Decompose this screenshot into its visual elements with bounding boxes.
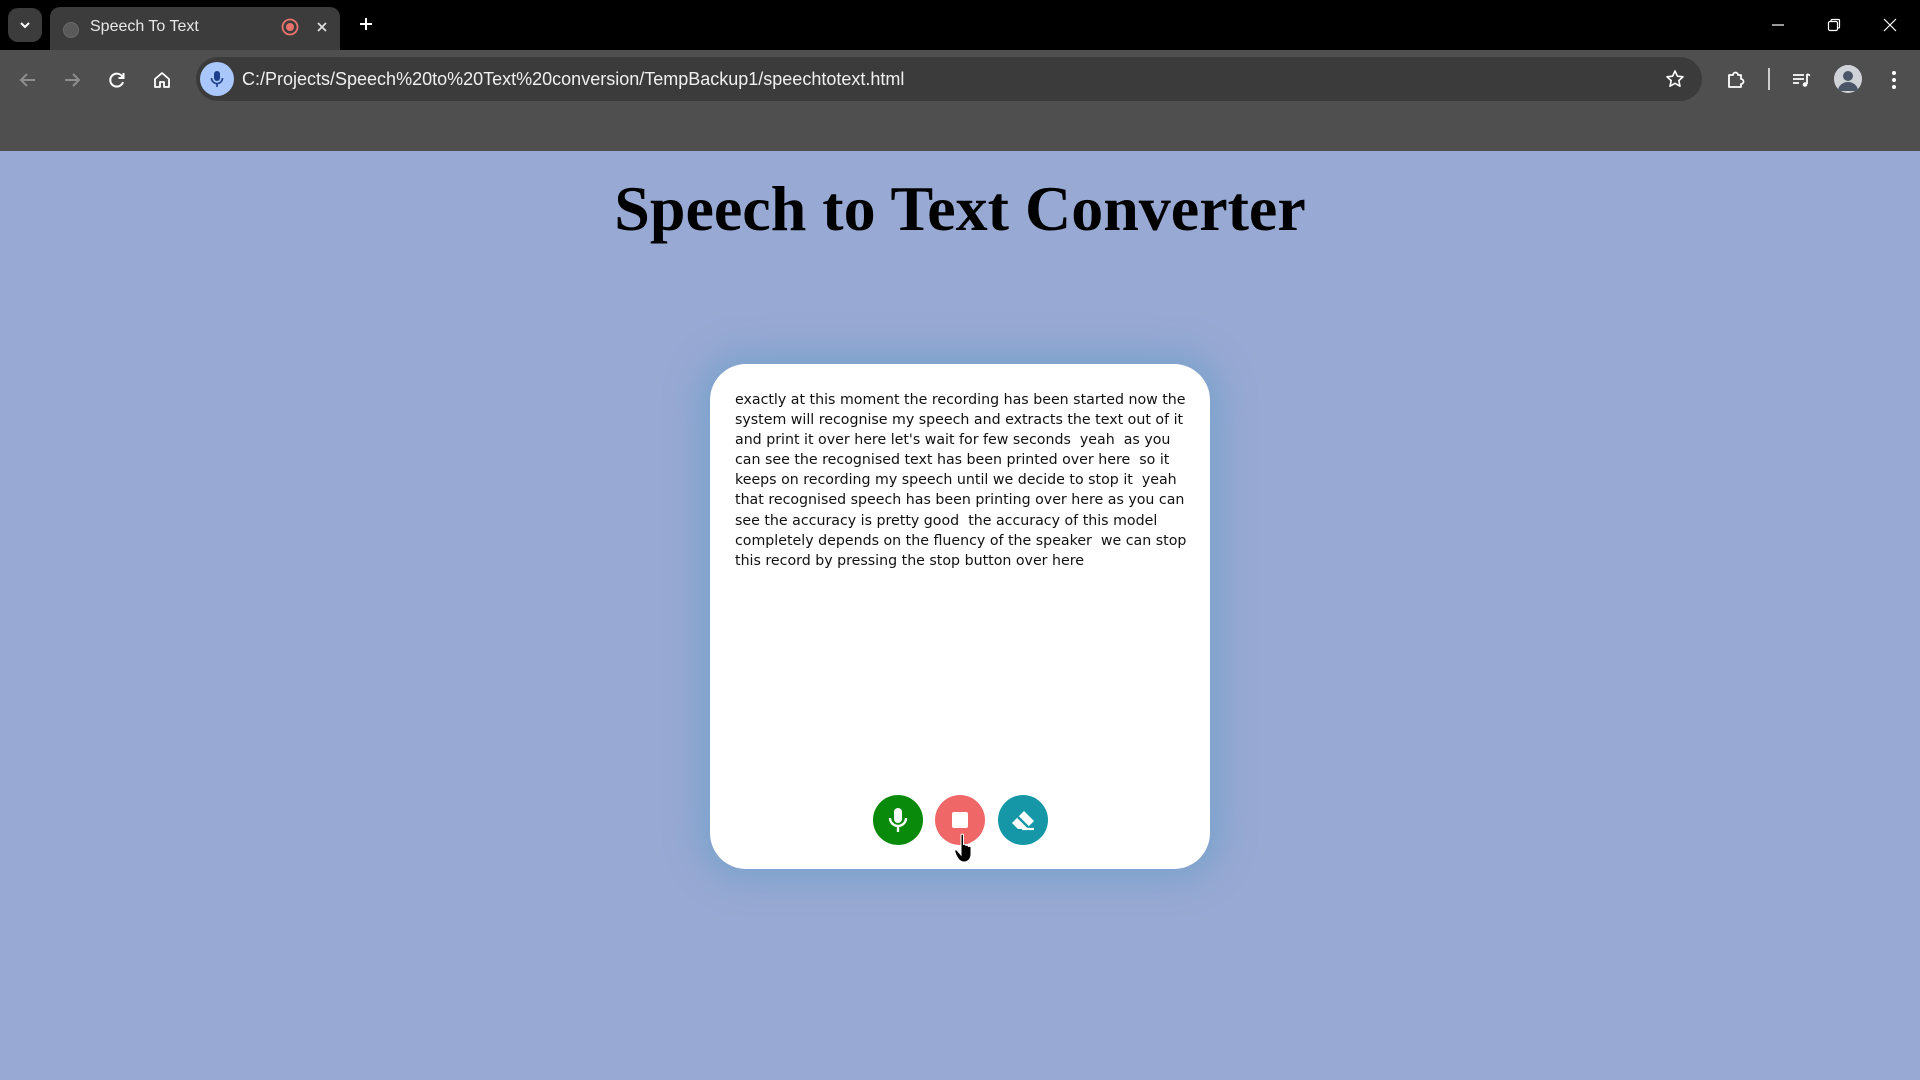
reload-icon: [109, 72, 125, 88]
tab-title: Speech To Text: [90, 18, 199, 35]
microphone-icon: [210, 71, 224, 87]
puzzle-icon: [1728, 71, 1745, 88]
minimize-button[interactable]: [1750, 0, 1806, 50]
globe-icon: [63, 22, 79, 38]
back-button[interactable]: [10, 62, 46, 98]
start-recording-button[interactable]: [873, 795, 923, 845]
restore-icon: [1827, 18, 1841, 32]
page-title: Speech to Text Converter: [614, 173, 1306, 244]
restore-button[interactable]: [1806, 0, 1862, 50]
site-info-button[interactable]: [200, 62, 234, 96]
extensions-button[interactable]: [1718, 62, 1754, 98]
home-button[interactable]: [144, 62, 180, 98]
bookmark-button[interactable]: [1662, 66, 1688, 92]
toolbar-divider: [1768, 68, 1770, 90]
tab-strip: Speech To Text: [0, 0, 1920, 50]
url-text: C:/Projects/Speech%20to%20Text%20convers…: [242, 69, 905, 89]
minimize-icon: [1772, 24, 1784, 26]
stop-icon: [952, 812, 968, 828]
new-tab-button[interactable]: [352, 10, 380, 38]
kebab-menu-icon: [1892, 71, 1896, 89]
close-icon: [317, 22, 327, 32]
forward-button[interactable]: [54, 62, 90, 98]
media-controls-icon: [1793, 73, 1811, 87]
star-icon: [1666, 70, 1684, 87]
browser-tab[interactable]: Speech To Text: [50, 7, 340, 50]
recording-indicator-icon: [280, 17, 300, 37]
home-icon: [154, 72, 170, 88]
avatar[interactable]: [1834, 65, 1862, 93]
reload-button[interactable]: [99, 62, 135, 98]
browser-menu-button[interactable]: [1876, 62, 1912, 98]
address-bar[interactable]: C:/Projects/Speech%20to%20Text%20convers…: [196, 57, 1702, 101]
close-icon: [1883, 18, 1897, 32]
eraser-icon: [1012, 811, 1034, 831]
close-window-button[interactable]: [1862, 0, 1918, 50]
forward-arrow-icon: [65, 73, 81, 87]
transcript-text[interactable]: exactly at this moment the recording has…: [735, 390, 1190, 571]
clear-text-button[interactable]: [998, 795, 1048, 845]
media-controls-button[interactable]: [1783, 62, 1819, 98]
close-tab-button[interactable]: [310, 15, 334, 39]
tab-search-button[interactable]: [8, 8, 42, 42]
chevron-down-icon: [20, 22, 30, 29]
plus-icon: [360, 18, 372, 30]
hand-cursor-icon: [954, 833, 972, 863]
microphone-icon: [888, 808, 908, 832]
back-arrow-icon: [19, 73, 35, 87]
transcript-card: exactly at this moment the recording has…: [710, 364, 1210, 869]
